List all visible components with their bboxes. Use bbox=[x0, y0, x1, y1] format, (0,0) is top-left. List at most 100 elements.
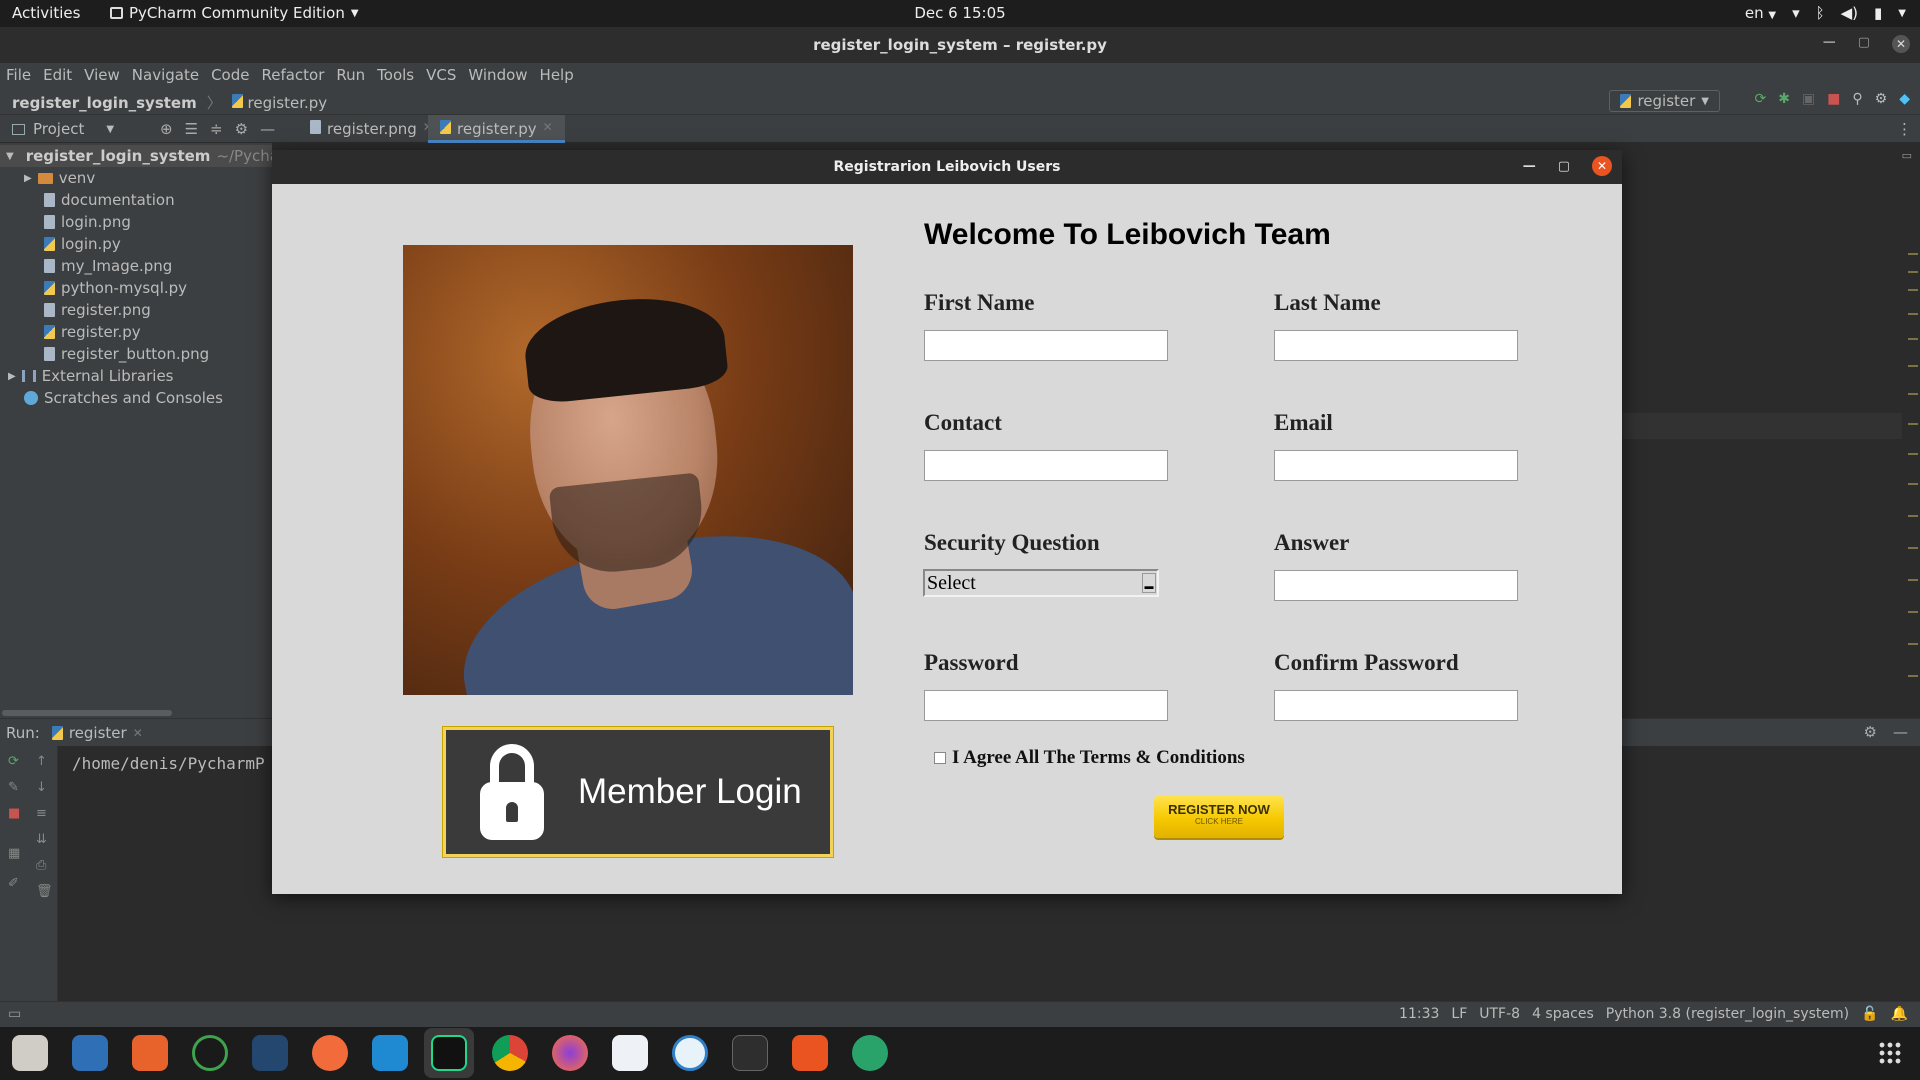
stop-icon[interactable]: ■ bbox=[1827, 91, 1840, 107]
tree-item-python-mysql-py[interactable]: python-mysql.py bbox=[44, 277, 187, 299]
member-login-button[interactable]: Member Login bbox=[443, 727, 833, 857]
close-tab-icon[interactable]: ✕ bbox=[133, 726, 143, 740]
hide-icon[interactable]: — bbox=[1893, 723, 1908, 741]
menu-run[interactable]: Run bbox=[336, 63, 371, 87]
locate-icon[interactable]: ⊕ bbox=[160, 120, 173, 138]
tree-item-venv[interactable]: ▶ venv bbox=[24, 167, 95, 189]
menu-help[interactable]: Help bbox=[540, 63, 580, 87]
password-field[interactable] bbox=[924, 690, 1168, 721]
print-icon[interactable]: ⎙ bbox=[36, 858, 46, 873]
remote-desktop-icon[interactable] bbox=[672, 1035, 708, 1071]
horizontal-scrollbar[interactable] bbox=[2, 710, 172, 716]
mongodb-icon[interactable] bbox=[192, 1035, 228, 1071]
menu-tools[interactable]: Tools bbox=[377, 63, 420, 87]
menu-vcs[interactable]: VCS bbox=[426, 63, 462, 87]
file-encoding[interactable]: UTF-8 bbox=[1479, 1006, 1520, 1022]
software-center-icon[interactable] bbox=[792, 1035, 828, 1071]
close-button[interactable]: ✕ bbox=[1892, 35, 1910, 53]
impress-icon[interactable] bbox=[132, 1035, 168, 1071]
tree-root[interactable]: ▼ register_login_system ~/Pycharm bbox=[0, 145, 299, 167]
menu-navigate[interactable]: Navigate bbox=[132, 63, 205, 87]
firefox-icon[interactable] bbox=[552, 1035, 588, 1071]
run-tab-register[interactable]: register ✕ bbox=[51, 724, 143, 742]
tree-item-login-py[interactable]: login.py bbox=[44, 233, 121, 255]
error-stripe[interactable] bbox=[1906, 143, 1920, 718]
pin-icon[interactable]: ✐ bbox=[8, 876, 19, 891]
postman-icon[interactable] bbox=[312, 1035, 348, 1071]
contact-field[interactable] bbox=[924, 450, 1168, 481]
gear-icon[interactable]: ⚙ bbox=[1875, 91, 1888, 107]
system-tray[interactable]: en ▼ ▾ ᛒ ◀) ▮ ▼ bbox=[1745, 4, 1906, 22]
run-configuration-select[interactable]: register ▼ bbox=[1609, 90, 1720, 112]
interpreter-setting[interactable]: Python 3.8 (register_login_system) bbox=[1606, 1006, 1849, 1022]
lock-icon[interactable]: 🔓 bbox=[1861, 1006, 1878, 1022]
arrow-up-icon[interactable]: ↑ bbox=[36, 754, 47, 769]
tree-item-login-png[interactable]: login.png bbox=[44, 211, 131, 233]
tree-item-register-png[interactable]: register.png bbox=[44, 299, 151, 321]
tree-item-scratches[interactable]: Scratches and Consoles bbox=[24, 387, 223, 409]
breadcrumb-project[interactable]: register_login_system bbox=[12, 94, 197, 112]
email-field[interactable] bbox=[1274, 450, 1518, 481]
show-applications-icon[interactable] bbox=[1878, 1041, 1902, 1065]
tree-item-register-py[interactable]: register.py bbox=[44, 321, 141, 343]
project-view-select[interactable]: Project ▼ bbox=[12, 120, 114, 138]
layout-icon[interactable]: ▦ bbox=[8, 846, 20, 861]
tree-item-register-button-png[interactable]: register_button.png bbox=[44, 343, 209, 365]
register-now-button[interactable]: REGISTER NOW CLICK HERE bbox=[1154, 796, 1284, 838]
close-button[interactable]: ✕ bbox=[1592, 156, 1612, 176]
language-indicator[interactable]: en ▼ bbox=[1745, 4, 1776, 22]
last-name-field[interactable] bbox=[1274, 330, 1518, 361]
hide-icon[interactable]: — bbox=[260, 120, 275, 138]
trash-icon[interactable]: 🗑 bbox=[36, 884, 53, 899]
collapse-all-icon[interactable]: ≑ bbox=[210, 120, 223, 138]
plugin-icon[interactable]: ◆ bbox=[1899, 91, 1910, 107]
minimize-button[interactable]: — bbox=[1823, 35, 1836, 53]
tab-register-png[interactable]: register.png ✕ bbox=[298, 115, 445, 143]
arrow-down-icon[interactable]: ↓ bbox=[36, 780, 47, 795]
text-editor-icon[interactable] bbox=[612, 1035, 648, 1071]
writer-icon[interactable] bbox=[72, 1035, 108, 1071]
tree-item-documentation[interactable]: documentation bbox=[44, 189, 175, 211]
rerun-icon[interactable]: ⟳ bbox=[1754, 91, 1766, 107]
tab-register-py[interactable]: register.py ✕ bbox=[428, 115, 565, 143]
coverage-icon[interactable]: ▣ bbox=[1802, 91, 1815, 107]
vscode-icon[interactable] bbox=[372, 1035, 408, 1071]
close-tab-icon[interactable]: ✕ bbox=[543, 120, 553, 140]
debug-icon[interactable]: ✱ bbox=[1778, 91, 1790, 107]
menu-edit[interactable]: Edit bbox=[43, 63, 78, 87]
confirm-password-field[interactable] bbox=[1274, 690, 1518, 721]
terms-checkbox[interactable] bbox=[934, 752, 946, 764]
breadcrumb-file[interactable]: register.py bbox=[231, 93, 327, 112]
scroll-to-end-icon[interactable]: ⇊ bbox=[36, 832, 47, 847]
terminal-icon[interactable] bbox=[732, 1035, 768, 1071]
gear-icon[interactable]: ⚙ bbox=[235, 120, 248, 138]
clock[interactable]: Dec 6 15:05 bbox=[0, 4, 1920, 22]
tree-item-my-image-png[interactable]: my_Image.png bbox=[44, 255, 172, 277]
gear-icon[interactable]: ⚙ bbox=[1864, 723, 1877, 741]
atom-icon[interactable] bbox=[852, 1035, 888, 1071]
menu-window[interactable]: Window bbox=[468, 63, 533, 87]
line-separator[interactable]: LF bbox=[1451, 1006, 1467, 1022]
indent-setting[interactable]: 4 spaces bbox=[1532, 1006, 1594, 1022]
rerun-icon[interactable]: ⟳ bbox=[8, 754, 19, 769]
maximize-button[interactable]: ▢ bbox=[1858, 35, 1870, 53]
minimize-button[interactable]: — bbox=[1523, 159, 1536, 174]
menu-file[interactable]: File bbox=[6, 63, 37, 87]
pycharm-icon[interactable] bbox=[431, 1035, 467, 1071]
soft-wrap-icon[interactable]: ≡ bbox=[36, 806, 47, 821]
maximize-button[interactable]: ▢ bbox=[1558, 159, 1570, 174]
caret-position[interactable]: 11:33 bbox=[1399, 1006, 1439, 1022]
stop-icon[interactable]: ■ bbox=[8, 806, 20, 821]
mysql-workbench-icon[interactable] bbox=[252, 1035, 288, 1071]
wrench-icon[interactable]: ✎ bbox=[8, 780, 19, 795]
chrome-icon[interactable] bbox=[492, 1035, 528, 1071]
search-icon[interactable]: ⚲ bbox=[1852, 91, 1862, 107]
answer-field[interactable] bbox=[1274, 570, 1518, 601]
tree-item-external-libraries[interactable]: ▶ External Libraries bbox=[8, 365, 174, 387]
menu-view[interactable]: View bbox=[84, 63, 126, 87]
more-options-icon[interactable]: ⋮ bbox=[1897, 120, 1912, 138]
bell-icon[interactable]: 🔔 bbox=[1891, 1006, 1908, 1022]
menu-refactor[interactable]: Refactor bbox=[261, 63, 330, 87]
menu-code[interactable]: Code bbox=[211, 63, 255, 87]
security-question-select[interactable]: Select ▬ bbox=[923, 569, 1159, 597]
